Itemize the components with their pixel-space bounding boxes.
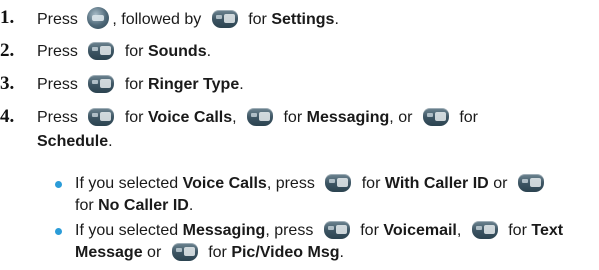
key-1-icon [88,108,115,126]
step-number: 1. [0,7,15,28]
step-number: 2. [0,40,15,61]
step-target: Ringer Type [147,76,240,93]
key-2-icon [471,221,498,239]
step-target: Sounds [147,43,207,60]
key-hash-icon [211,10,238,28]
menu-ok-key-icon [87,7,110,29]
step-target: Schedule. [37,133,113,150]
instruction-list: 1. Press , followed by for Settings. 2. … [0,7,564,261]
step-target: Settings [271,11,335,28]
step-number: 4. [0,106,15,127]
key-2-icon [88,75,115,93]
key-2-icon [247,108,274,126]
key-3-icon [422,108,449,126]
key-1-icon [323,221,350,239]
key-2-icon [517,174,544,192]
key-2-icon [88,42,115,60]
key-3-icon [171,243,198,261]
step-number: 3. [0,73,15,94]
bullet-dot [55,228,62,235]
bullet-dot [55,181,62,188]
key-1-icon [325,174,352,192]
